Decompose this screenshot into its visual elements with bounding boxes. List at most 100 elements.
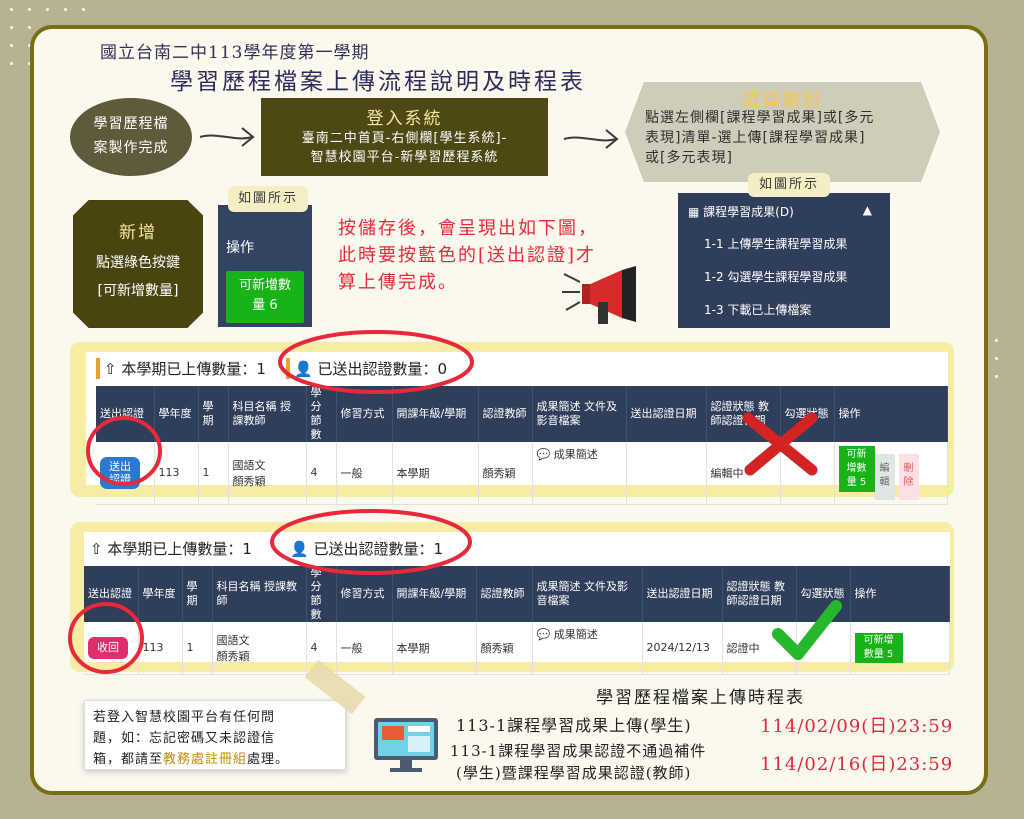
select-category-box: 選擇類別 點選左側欄[課程學習成果]或[多元 表現]清單-選上傳[課程學習成果]… xyxy=(625,82,940,182)
computer-icon xyxy=(374,718,438,772)
th-desc: 成果簡述 文件及影音檔案 xyxy=(532,566,643,622)
menu-item-download[interactable]: 1-3 下載已上傳檔案 xyxy=(704,301,890,318)
step-done-oval: 學習歷程檔 案製作完成 xyxy=(70,98,192,176)
page-title: 學習歷程檔案上傳流程說明及時程表 xyxy=(170,69,586,95)
desc-link[interactable]: 成果簡述 xyxy=(554,448,598,461)
menu-item-upload[interactable]: 1-1 上傳學生課程學習成果 xyxy=(704,235,890,252)
add-quantity-button-row[interactable]: 可新增數量 5 xyxy=(838,445,875,492)
th-sem: 學期 xyxy=(182,566,213,622)
add-step-line1: 點選綠色按鍵 xyxy=(96,255,180,271)
add-quantity-button-row[interactable]: 可新增數量 5 xyxy=(854,632,903,663)
th-date: 送出認證日期 xyxy=(626,386,707,442)
add-step-title: 新增 xyxy=(119,223,157,243)
highlight-circle-withdraw-btn xyxy=(68,602,144,674)
th-cert-teacher: 認證教師 xyxy=(478,386,533,442)
cell-subject: 國語文 顏秀穎 xyxy=(228,442,307,505)
add-q-1: 可新 xyxy=(846,448,867,460)
del-2: 除 xyxy=(903,476,914,488)
schedule-title: 學習歷程檔案上傳時程表 xyxy=(596,688,805,708)
subject-name: 國語文 xyxy=(232,458,266,472)
del-1: 刪 xyxy=(903,462,914,474)
help-line3c: 處理。 xyxy=(247,752,290,767)
help-line2: 題，如：忘記密碼又未認證信 xyxy=(93,731,276,746)
cell-mode: 一般 xyxy=(336,442,393,505)
cell-term: 本學期 xyxy=(392,442,479,505)
th-desc: 成果簡述 文件及影音檔案 xyxy=(532,386,627,442)
edit-2: 輯 xyxy=(879,476,890,488)
th-ops: 操作 xyxy=(850,566,950,622)
cell-term: 本學期 xyxy=(392,622,477,675)
chat-icon: 💬 xyxy=(536,628,551,641)
select-category-body: 點選左側欄[課程學習成果]或[多元 表現]清單-選上傳[課程學習成果] 或[多元… xyxy=(645,108,926,168)
highlight-circle-sent-2 xyxy=(270,509,472,575)
cell-subject: 國語文 顏秀穎 xyxy=(212,622,307,675)
add-q-3: 量 5 xyxy=(846,476,867,488)
schedule-row2-date: 114/02/16(日)23:59 xyxy=(760,754,954,775)
add-q2-2: 數量 5 xyxy=(863,648,894,660)
as-shown-tag: 如圖所示 xyxy=(228,186,308,212)
cell-sem: 1 xyxy=(198,442,229,505)
highlight-circle-sent-1 xyxy=(278,330,474,394)
add-quantity-line2: 量 6 xyxy=(252,298,278,313)
login-title: 登入系統 xyxy=(366,109,443,129)
arrow-right-icon xyxy=(563,129,619,149)
schedule-row1-date: 114/02/09(日)23:59 xyxy=(760,716,954,737)
edit-1: 編 xyxy=(879,462,890,474)
th-sem: 學期 xyxy=(198,386,229,442)
arrow-right-icon xyxy=(199,127,255,147)
subject-teacher: 顏秀穎 xyxy=(232,474,266,488)
grid-icon: ▦ xyxy=(688,205,700,219)
schedule-row2a: 113-1課程學習成果認證不通過補件 xyxy=(450,742,707,760)
th-date: 送出認證日期 xyxy=(642,566,723,622)
login-line2: 智慧校園平台-新學習歷程系統 xyxy=(310,150,499,165)
cell-date xyxy=(626,442,707,505)
add-q-2: 增數 xyxy=(846,462,867,474)
uploaded-count-2-label: 本學期已上傳數量：1 xyxy=(107,540,252,558)
login-line1: 臺南二中首頁-右側欄[學生系統]- xyxy=(301,131,508,146)
menu-item-select[interactable]: 1-2 勾選學生課程學習成果 xyxy=(704,268,890,285)
highlight-circle-submit-btn xyxy=(86,416,162,486)
schedule-row2b: (學生)暨課程學習成果認證(教師) xyxy=(456,764,692,782)
desc-link[interactable]: 成果簡述 xyxy=(554,628,598,641)
uploaded-count-1: ⇧ 本學期已上傳數量：1 xyxy=(96,358,266,379)
subject-teacher: 顏秀穎 xyxy=(216,649,250,663)
select-category-line1: 點選左側欄[課程學習成果]或[多元 xyxy=(645,110,875,126)
help-note: 若登入智慧校園平台有任何問 題，如：忘記密碼又未認證信 箱，都請至教務處註冊組處… xyxy=(84,700,346,770)
delete-button[interactable]: 刪除 xyxy=(898,453,919,500)
chat-icon: 💬 xyxy=(536,448,551,461)
select-category-line2: 表現]清單-選上傳[課程學習成果] xyxy=(645,130,866,146)
cell-credits: 4 xyxy=(306,442,337,505)
school-line: 國立台南二中113學年度第一學期 xyxy=(100,43,370,63)
cell-mode: 一般 xyxy=(336,622,393,675)
note-line2: 此時要按藍色的[送出認證]才 xyxy=(338,245,597,266)
sidebar-menu: ▦ 課程學習成果(D) ▲ 1-1 上傳學生課程學習成果 1-2 勾選學生課程學… xyxy=(678,193,890,328)
as-shown-tag-2: 如圖所示 xyxy=(748,173,830,197)
menu-header[interactable]: ▦ 課程學習成果(D) ▲ xyxy=(688,203,890,220)
th-cert-teacher: 認證教師 xyxy=(476,566,533,622)
cell-cert-teacher: 顏秀穎 xyxy=(478,442,533,505)
cell-desc: 💬 成果簡述 xyxy=(532,622,643,675)
caret-up-icon: ▲ xyxy=(862,203,872,217)
help-line3a: 箱，都請至 xyxy=(93,752,164,767)
step-done-line2: 案製作完成 xyxy=(93,140,169,156)
add-q2-1: 可新增 xyxy=(863,634,894,646)
schedule-row1: 113-1課程學習成果上傳(學生) xyxy=(456,716,692,735)
step-done-line1: 學習歷程檔 xyxy=(93,116,169,132)
subject-name: 國語文 xyxy=(216,633,250,647)
edit-button[interactable]: 編輯 xyxy=(874,453,895,500)
add-quantity-line1: 可新增數 xyxy=(238,278,291,293)
login-step-box: 登入系統 臺南二中首頁-右側欄[學生系統]- 智慧校園平台-新學習歷程系統 xyxy=(261,98,548,176)
operation-sample: 操作 可新增數 量 6 xyxy=(218,205,312,327)
records-table-1: 送出認證 學年度 學期 科目名稱 授課教師 學分 節數 修習方式 開課年級/學期… xyxy=(96,386,948,505)
cell-ops: 可新增數量 5 xyxy=(850,622,950,675)
checkmark-icon xyxy=(772,600,842,660)
th-ops: 操作 xyxy=(834,386,948,442)
instruction-note: 按儲存後，會呈現出如下圖， 此時要按藍色的[送出認證]才 算上傳完成。 xyxy=(338,215,598,296)
megaphone-icon xyxy=(562,266,636,324)
cell-cert-teacher: 顏秀穎 xyxy=(476,622,533,675)
add-quantity-button[interactable]: 可新增數 量 6 xyxy=(226,271,304,323)
operation-label: 操作 xyxy=(226,240,254,256)
cell-desc: 💬 成果簡述 xyxy=(532,442,627,505)
select-category-line3: 或[多元表現] xyxy=(645,150,733,166)
uploaded-count-2: ⇧ 本學期已上傳數量：1 xyxy=(90,540,252,558)
